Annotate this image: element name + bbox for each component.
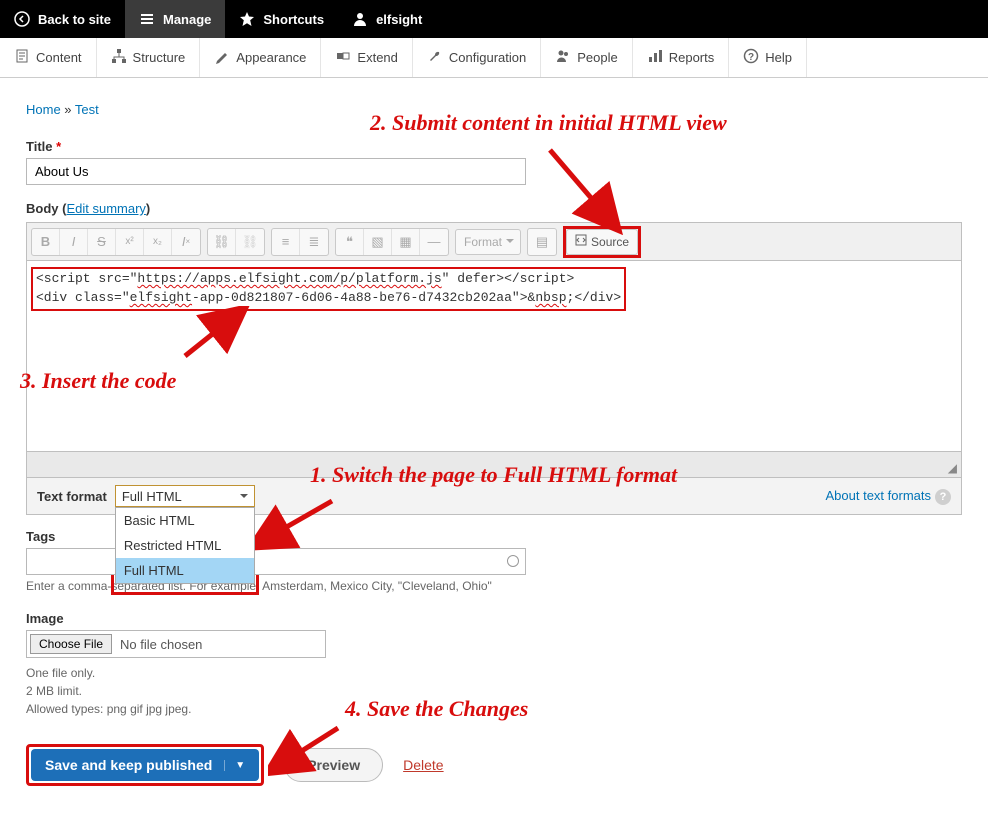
preview-button[interactable]: Preview xyxy=(284,748,383,782)
body-label: Body (Edit summary) xyxy=(26,201,962,216)
format-option-restricted[interactable]: Restricted HTML xyxy=(116,533,254,558)
manage-label: Manage xyxy=(163,12,211,27)
reports-icon xyxy=(647,48,663,67)
content-icon xyxy=(14,48,30,67)
editor-resize-bar[interactable]: ◢ xyxy=(27,451,961,477)
back-label: Back to site xyxy=(38,12,111,27)
source-icon xyxy=(575,234,587,249)
tab-appearance[interactable]: Appearance xyxy=(200,38,321,77)
drupal-toolbar: Back to site Manage Shortcuts elfsight xyxy=(0,0,988,38)
user-icon xyxy=(352,11,368,27)
superscript-button[interactable]: x² xyxy=(116,229,144,255)
format-option-full[interactable]: Full HTML xyxy=(116,558,254,583)
save-button[interactable]: Save and keep published▼ xyxy=(31,749,259,781)
text-format-menu: Basic HTML Restricted HTML Full HTML xyxy=(115,507,255,584)
breadcrumb-page[interactable]: Test xyxy=(75,102,99,117)
wrench-icon xyxy=(427,48,443,67)
tags-input[interactable] xyxy=(26,548,526,575)
file-input-row: Choose File No file chosen xyxy=(26,630,326,658)
resize-grip-icon[interactable]: ◢ xyxy=(948,461,957,475)
text-format-dropdown[interactable]: Full HTML Basic HTML Restricted HTML Ful… xyxy=(115,485,255,507)
autocomplete-icon xyxy=(507,555,519,567)
appearance-icon xyxy=(214,48,230,67)
shortcuts-label: Shortcuts xyxy=(263,12,324,27)
user-label: elfsight xyxy=(376,12,422,27)
shortcuts-link[interactable]: Shortcuts xyxy=(225,0,338,38)
page-content: Home » Test Title * Body (Edit summary) … xyxy=(0,78,988,816)
save-dropdown-toggle[interactable]: ▼ xyxy=(224,760,245,771)
user-menu[interactable]: elfsight xyxy=(338,0,436,38)
tab-content[interactable]: Content xyxy=(0,38,97,77)
tab-configuration[interactable]: Configuration xyxy=(413,38,541,77)
bold-button[interactable]: B xyxy=(32,229,60,255)
title-input[interactable] xyxy=(26,158,526,185)
save-button-highlight: Save and keep published▼ xyxy=(26,744,264,786)
link-button[interactable]: ⛓ xyxy=(208,229,236,255)
choose-file-button[interactable]: Choose File xyxy=(30,634,112,654)
manage-toggle[interactable]: Manage xyxy=(125,0,225,38)
title-label: Title * xyxy=(26,139,962,154)
subscript-button[interactable]: x₂ xyxy=(144,229,172,255)
back-to-site[interactable]: Back to site xyxy=(0,0,125,38)
help-icon: ? xyxy=(743,48,759,67)
people-icon xyxy=(555,48,571,67)
number-list-button[interactable]: ≣ xyxy=(300,229,328,255)
star-icon xyxy=(239,11,255,27)
tab-reports[interactable]: Reports xyxy=(633,38,730,77)
tab-extend[interactable]: Extend xyxy=(321,38,412,77)
remove-format-button[interactable]: I× xyxy=(172,229,200,255)
svg-text:?: ? xyxy=(748,52,754,63)
blockquote-button[interactable]: ❝ xyxy=(336,229,364,255)
source-button-highlight: Source xyxy=(563,226,641,258)
hr-button[interactable]: — xyxy=(420,229,448,255)
text-format-selected[interactable]: Full HTML xyxy=(115,485,255,507)
source-button[interactable]: Source xyxy=(566,229,638,255)
breadcrumb: Home » Test xyxy=(26,102,962,117)
unlink-button[interactable]: ⛓ xyxy=(236,229,264,255)
image-label: Image xyxy=(26,611,962,626)
extend-icon xyxy=(335,48,351,67)
delete-link[interactable]: Delete xyxy=(403,757,443,773)
file-constraints: One file only. 2 MB limit. Allowed types… xyxy=(26,664,962,718)
form-actions: Save and keep published▼ Preview Delete xyxy=(26,744,962,786)
text-format-label: Text format xyxy=(37,489,107,504)
tab-people[interactable]: People xyxy=(541,38,632,77)
question-icon: ? xyxy=(935,489,951,505)
file-status: No file chosen xyxy=(120,637,202,652)
format-option-basic[interactable]: Basic HTML xyxy=(116,508,254,533)
back-icon xyxy=(14,11,30,27)
code-snippet-highlight: <script src="https://apps.elfsight.com/p… xyxy=(31,267,626,311)
structure-icon xyxy=(111,48,127,67)
strike-button[interactable]: S xyxy=(88,229,116,255)
bullet-list-button[interactable]: ≡ xyxy=(272,229,300,255)
table-button[interactable]: ▦ xyxy=(392,229,420,255)
tab-structure[interactable]: Structure xyxy=(97,38,201,77)
hamburger-icon xyxy=(139,11,155,27)
edit-summary-link[interactable]: Edit summary xyxy=(66,201,145,216)
format-dropdown[interactable]: Format xyxy=(455,229,521,255)
image-button[interactable]: ▧ xyxy=(364,229,392,255)
ckeditor: B I S x² x₂ I× ⛓ ⛓ ≡ ≣ ❝ ▧ ▦ — Format xyxy=(26,222,962,478)
editor-textarea[interactable]: <script src="https://apps.elfsight.com/p… xyxy=(27,261,961,451)
tab-help[interactable]: ?Help xyxy=(729,38,807,77)
show-blocks-button[interactable]: ▤ xyxy=(528,229,556,255)
about-text-formats[interactable]: About text formats? xyxy=(826,488,952,505)
text-format-row: Text format Full HTML Basic HTML Restric… xyxy=(26,478,962,515)
italic-button[interactable]: I xyxy=(60,229,88,255)
admin-menu: Content Structure Appearance Extend Conf… xyxy=(0,38,988,78)
ckeditor-toolbar: B I S x² x₂ I× ⛓ ⛓ ≡ ≣ ❝ ▧ ▦ — Format xyxy=(27,223,961,261)
breadcrumb-home[interactable]: Home xyxy=(26,102,61,117)
